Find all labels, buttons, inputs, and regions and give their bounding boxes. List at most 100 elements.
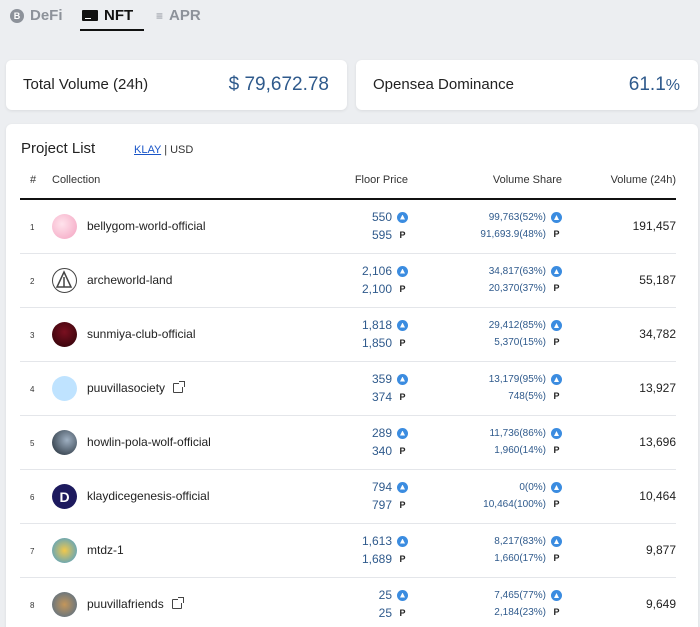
floor-opensea: 2,100 <box>361 282 392 296</box>
floor-klay: 550 <box>371 210 392 224</box>
klay-icon <box>551 212 562 223</box>
column-rank: # <box>30 174 37 186</box>
floor-klay: 25 <box>378 588 392 602</box>
klay-icon <box>397 427 408 439</box>
klay-icon <box>397 589 408 601</box>
currency-usd-link[interactable]: USD <box>170 144 193 156</box>
volume-24h: 10,464 <box>639 489 676 503</box>
share-opensea: 1,960(14%) <box>494 445 546 456</box>
tab-apr-label: APR <box>169 7 201 24</box>
table-row[interactable]: 1 bellygom-world-official 550 595 P 99,76… <box>20 200 676 254</box>
tab-nft[interactable]: NFT <box>82 7 133 24</box>
klay-icon <box>397 319 408 331</box>
project-list-panel: Project List KLAY | USD # Collection Flo… <box>6 124 698 627</box>
volume-share: 99,763(52%) 91,693.9(48%) P <box>480 209 562 243</box>
currency-toggle: KLAY | USD <box>134 144 193 156</box>
volume-24h: 55,187 <box>639 273 676 287</box>
row-rank: 8 <box>30 601 35 610</box>
share-opensea: 20,370(37%) <box>488 283 546 294</box>
table-row[interactable]: 6 D klaydicegenesis-official 794 797 P 0(… <box>20 470 676 524</box>
collection-name[interactable]: sunmiya-club-official <box>87 327 196 341</box>
floor-klay: 794 <box>371 480 392 494</box>
volume-24h: 13,696 <box>639 435 676 449</box>
klay-icon <box>397 481 408 493</box>
volume-share: 8,217(83%) 1,660(17%) P <box>494 533 562 567</box>
share-opensea: 10,464(100%) <box>483 499 546 510</box>
table-row[interactable]: 8 puuvillafriends 25 25 P 7,465(77%) 2,18… <box>20 578 676 627</box>
opensea-dominance-value: 61.1% <box>629 74 680 96</box>
floor-price: 359 374 P <box>372 370 408 406</box>
opensea-icon: P <box>553 229 560 239</box>
volume-share: 7,465(77%) 2,184(23%) P <box>494 587 562 621</box>
collection-avatar <box>52 592 77 617</box>
opensea-icon: P <box>553 391 560 401</box>
tab-defi[interactable]: B DeFi <box>10 7 63 24</box>
floor-price: 794 797 P <box>372 478 408 514</box>
collection-name[interactable]: bellygom-world-official <box>87 219 206 233</box>
volume-share: 11,736(86%) 1,960(14%) P <box>489 425 562 459</box>
share-klay: 99,763(52%) <box>488 212 546 223</box>
defi-coin-icon: B <box>10 8 24 23</box>
volume-share: 13,179(95%) 748(5%) P <box>489 371 562 405</box>
project-list-title: Project List <box>21 140 96 157</box>
nft-card-icon <box>82 10 98 21</box>
total-volume-value: $ 79,672.78 <box>228 74 329 95</box>
collection-name-text: bellygom-world-official <box>87 219 206 233</box>
floor-price: 1,818 1,850 P <box>362 316 408 352</box>
klay-icon <box>551 428 562 439</box>
collection-name[interactable]: howlin-pola-wolf-official <box>87 435 211 449</box>
collection-name[interactable]: mtdz-1 <box>87 543 124 557</box>
row-rank: 5 <box>30 439 35 448</box>
currency-klay-link[interactable]: KLAY <box>134 144 161 156</box>
floor-opensea: 25 <box>378 606 392 620</box>
tab-defi-label: DeFi <box>30 7 63 24</box>
klay-icon <box>551 590 562 601</box>
floor-opensea: 340 <box>371 444 392 458</box>
floor-opensea: 595 <box>371 228 392 242</box>
collection-name[interactable]: puuvillasociety <box>87 381 186 395</box>
collection-avatar <box>52 538 77 563</box>
floor-opensea: 1,689 <box>361 552 392 566</box>
row-rank: 1 <box>30 223 35 232</box>
external-link-icon[interactable] <box>171 597 184 609</box>
table-header: # Collection Floor Price Volume Share Vo… <box>20 174 676 200</box>
opensea-icon: P <box>553 607 560 617</box>
external-link-icon[interactable] <box>173 381 186 393</box>
opensea-icon: P <box>399 338 406 348</box>
share-klay: 8,217(83%) <box>494 536 546 547</box>
row-rank: 4 <box>30 385 35 394</box>
klay-icon <box>397 265 408 277</box>
share-klay: 13,179(95%) <box>488 374 546 385</box>
opensea-icon: P <box>399 446 406 456</box>
klay-icon <box>551 266 562 277</box>
arche-logo-icon <box>55 270 73 288</box>
table-row[interactable]: 3 sunmiya-club-official 1,818 1,850 P 29,… <box>20 308 676 362</box>
collection-avatar <box>52 376 77 401</box>
opensea-icon: P <box>553 283 560 293</box>
tab-apr[interactable]: ≡ APR <box>156 7 201 24</box>
opensea-icon: P <box>399 500 406 510</box>
table-row[interactable]: 7 mtdz-1 1,613 1,689 P 8,217(83%) 1,660(1… <box>20 524 676 578</box>
floor-opensea: 1,850 <box>361 336 392 350</box>
collection-name[interactable]: archeworld-land <box>87 273 172 287</box>
floor-klay: 1,818 <box>361 318 392 332</box>
collection-avatar <box>52 430 77 455</box>
collection-name[interactable]: klaydicegenesis-official <box>87 489 210 503</box>
opensea-icon: P <box>553 337 560 347</box>
opensea-icon: P <box>399 608 406 618</box>
opensea-dominance-label: Opensea Dominance <box>373 76 514 93</box>
total-volume-card: Total Volume (24h) $ 79,672.78 <box>6 60 347 110</box>
collection-name[interactable]: puuvillafriends <box>87 597 184 611</box>
table-row[interactable]: 4 puuvillasociety 359 374 P 13,179(95%) 7… <box>20 362 676 416</box>
share-opensea: 2,184(23%) <box>494 607 546 618</box>
column-volume-share: Volume Share <box>492 174 562 186</box>
opensea-icon: P <box>553 445 560 455</box>
share-opensea: 1,660(17%) <box>494 553 546 564</box>
klay-icon <box>397 373 408 385</box>
opensea-icon: P <box>553 499 560 509</box>
floor-klay: 2,106 <box>361 264 392 278</box>
collection-name-text: puuvillasociety <box>87 381 166 395</box>
column-floor-price: Floor Price <box>354 174 408 186</box>
table-row[interactable]: 5 howlin-pola-wolf-official 289 340 P 11,… <box>20 416 676 470</box>
table-row[interactable]: 2 archeworld-land 2,106 2,100 P 34,817(63… <box>20 254 676 308</box>
